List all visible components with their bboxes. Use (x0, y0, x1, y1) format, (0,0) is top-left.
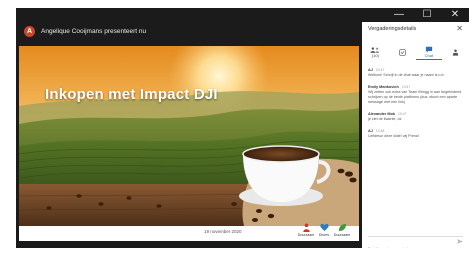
slide-background-image (19, 46, 359, 226)
minimize-button[interactable]: — (388, 8, 410, 22)
presenter-bar: A Angelique Cooijmans presenteert nu (24, 24, 146, 38)
tab-chat[interactable]: Chat (415, 44, 443, 60)
org-icon (452, 48, 459, 56)
slide-title: Inkopen met Impact DJI (45, 86, 218, 103)
panel-tabs: (10) Chat (362, 44, 469, 60)
chat-input[interactable] (368, 245, 452, 248)
message-text: Wij zetten ook extra van Team Bringg in … (368, 90, 462, 104)
message-time: 10:48 (375, 129, 385, 133)
logo-label: Divers (318, 233, 330, 237)
chat-message: AJ 10:47 Welkom! Schrijf in de chat waar… (368, 68, 464, 78)
slide-date: 19 november 2020 (204, 229, 242, 234)
footer-logos: Duurzaam Divers Duurzaam (297, 223, 351, 237)
heart-logo-icon (319, 223, 329, 232)
chat-icon (425, 46, 432, 53)
message-text: Welkom! Schrijf in de chat waar je naam … (368, 73, 445, 77)
panel-close-button[interactable]: ✕ (456, 24, 463, 33)
chat-tab-label: Chat (424, 52, 434, 58)
checklist-icon (398, 48, 406, 56)
message-sender: Emily Mankovich (368, 85, 399, 89)
chat-message: Emily Mankovich 10:47 Wij zetten ook ext… (368, 85, 464, 105)
window-titlebar: — ☐ ✕ (16, 8, 469, 22)
presenter-label: Angelique Cooijmans presenteert nu (41, 27, 147, 35)
close-window-button[interactable]: ✕ (444, 8, 466, 22)
message-sender: Alexander Mok (368, 112, 396, 116)
message-time: 10:47 (401, 85, 411, 89)
tab-notes[interactable] (389, 44, 416, 60)
chat-message: AJ 10:48 Liefdesur deze slide! wij Prima… (368, 129, 464, 139)
tab-organizer[interactable] (442, 44, 469, 60)
send-icon[interactable] (457, 239, 463, 244)
chat-messages: AJ 10:47 Welkom! Schrijf in de chat waar… (368, 68, 464, 146)
slide-footer: 19 november 2020 Duurzaam Divers Duurzaa… (19, 223, 359, 241)
message-text: je ziet de kwartie, ok (368, 117, 402, 121)
logo-divers: Divers (317, 223, 331, 237)
meeting-details-panel: Vergaderingsdetails ✕ (10) Chat AJ 10:47… (362, 22, 469, 248)
message-time: 10:47 (398, 112, 407, 116)
logo-duurzaam-1: Duurzaam (297, 223, 315, 237)
tab-participants[interactable]: (10) (362, 44, 389, 60)
logo-label: Duurzaam (297, 233, 315, 237)
meeting-window: — ☐ ✕ A Angelique Cooijmans presenteert … (16, 8, 469, 248)
maximize-button[interactable]: ☐ (416, 8, 438, 22)
shared-screen[interactable]: Inkopen met Impact DJI 19 november 2020 … (19, 46, 359, 241)
person-logo-icon (302, 223, 310, 232)
panel-title: Vergaderingsdetails (368, 26, 417, 32)
message-time: 10:47 (375, 68, 385, 72)
chat-message: Alexander Mok 10:47 je ziet de kwartie, … (368, 112, 464, 122)
message-sender: AJ (368, 68, 373, 72)
chat-compose (368, 236, 463, 248)
logo-duurzaam-2: Duurzaam (333, 223, 351, 237)
logo-label: Duurzaam (333, 233, 351, 237)
presenter-avatar: A (24, 25, 35, 37)
message-text: Liefdesur deze slide! wij Prima! (368, 134, 419, 138)
leaf-logo-icon (338, 223, 346, 232)
participant-count: (10) (371, 52, 379, 58)
message-sender: AJ (368, 129, 373, 133)
